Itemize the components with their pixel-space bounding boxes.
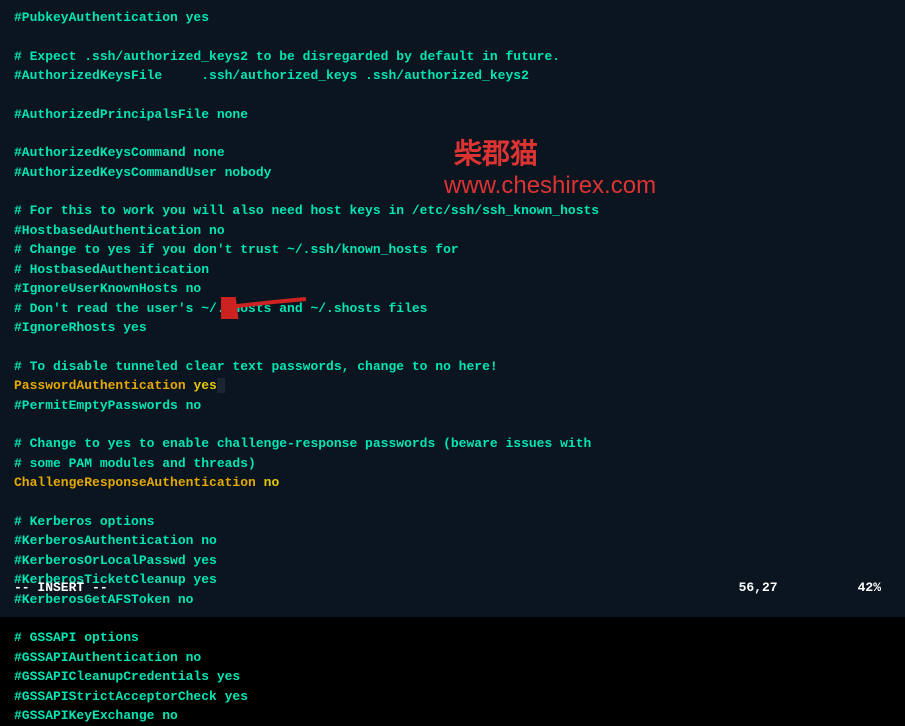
config-line: # GSSAPI options	[14, 628, 891, 648]
active-config-line: ChallengeResponseAuthentication no	[14, 473, 891, 493]
config-line: # Change to yes if you don't trust ~/.ss…	[14, 240, 891, 260]
config-key: ChallengeResponseAuthentication	[14, 475, 264, 490]
config-line: # Kerberos options	[14, 512, 891, 532]
config-line: #AuthorizedKeysFile .ssh/authorized_keys…	[14, 66, 891, 86]
terminal-editor[interactable]: #PubkeyAuthentication yes # Expect .ssh/…	[0, 0, 905, 617]
blank-line	[14, 338, 891, 357]
config-key: PasswordAuthentication	[14, 378, 193, 393]
blank-line	[14, 493, 891, 512]
config-line: # To disable tunneled clear text passwor…	[14, 357, 891, 377]
config-line: #GSSAPIKeyExchange no	[14, 706, 891, 726]
config-line: #IgnoreUserKnownHosts no	[14, 279, 891, 299]
config-line: # Don't read the user's ~/.rhosts and ~/…	[14, 299, 891, 319]
blank-line	[14, 124, 891, 143]
active-config-line: PasswordAuthentication yes	[14, 376, 891, 396]
config-line: #GSSAPIStrictAcceptorCheck yes	[14, 687, 891, 707]
blank-line	[14, 28, 891, 47]
config-line: #AuthorizedPrincipalsFile none	[14, 105, 891, 125]
config-line: #GSSAPIAuthentication no	[14, 648, 891, 668]
cursor-position: 56,27	[739, 578, 778, 598]
config-line: #KerberosOrLocalPasswd yes	[14, 551, 891, 571]
scroll-percentage: 42%	[858, 578, 881, 598]
config-line: #GSSAPICleanupCredentials yes	[14, 667, 891, 687]
blank-line	[14, 415, 891, 434]
config-line: #PermitEmptyPasswords no	[14, 396, 891, 416]
config-line: #IgnoreRhosts yes	[14, 318, 891, 338]
cursor-icon	[217, 378, 225, 393]
config-line: # Change to yes to enable challenge-resp…	[14, 434, 891, 454]
watermark-url: www.cheshirex.com	[444, 168, 656, 204]
arrow-icon	[221, 297, 311, 319]
config-line: #HostbasedAuthentication no	[14, 221, 891, 241]
config-line: # HostbasedAuthentication	[14, 260, 891, 280]
config-line: #PubkeyAuthentication yes	[14, 8, 891, 28]
config-value: no	[264, 475, 280, 490]
blank-line	[14, 609, 891, 628]
config-line: # Expect .ssh/authorized_keys2 to be dis…	[14, 47, 891, 67]
config-line: #KerberosAuthentication no	[14, 531, 891, 551]
blank-line	[14, 86, 891, 105]
config-line: # some PAM modules and threads)	[14, 454, 891, 474]
vim-status-line: -- INSERT -- 56,27 42%	[14, 578, 891, 598]
config-line: #AuthorizedKeysCommand none	[14, 143, 891, 163]
config-value: yes	[193, 378, 216, 393]
vim-mode: -- INSERT --	[14, 578, 108, 598]
